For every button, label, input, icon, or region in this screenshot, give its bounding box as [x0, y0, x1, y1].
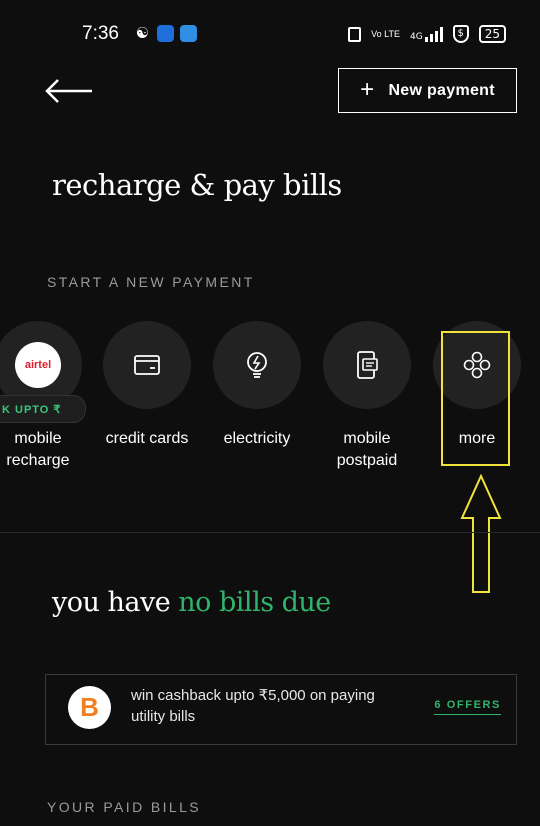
label-line-1: mobile: [14, 430, 62, 447]
section-label-paid-bills: YOUR PAID BILLS: [47, 799, 202, 815]
offers-link[interactable]: 6 OFFERS: [434, 699, 501, 715]
shortcut-circle: [213, 321, 301, 409]
signal-icon: 4G: [410, 26, 443, 42]
airtel-logo-text: airtel: [24, 359, 52, 371]
battery-level: 25: [484, 27, 500, 41]
airtel-logo: airtel: [15, 342, 61, 388]
offer-logo-letter: B: [80, 692, 99, 722]
divider: [0, 532, 540, 533]
label-line-1: mobile: [343, 430, 391, 447]
bills-heading-prefix: you have: [52, 587, 179, 618]
bills-heading-highlight: no bills due: [178, 587, 331, 618]
vibrate-icon: [348, 26, 362, 42]
new-payment-label: New payment: [388, 81, 495, 99]
cashback-pill[interactable]: K UPTO ₹: [0, 395, 86, 423]
vpn-shield-icon: $: [452, 25, 469, 43]
label-line-2: postpaid: [336, 452, 398, 469]
shortcut-electricity[interactable]: electricity: [202, 321, 312, 450]
page-title: recharge & pay bills: [52, 168, 342, 202]
back-button[interactable]: [44, 77, 94, 105]
status-time: 7:36: [82, 23, 119, 44]
notification-icons: ☯: [134, 25, 197, 42]
credit-card-icon: [134, 355, 160, 375]
shortcut-circle: [323, 321, 411, 409]
section-label-start-payment: START A NEW PAYMENT: [47, 274, 255, 290]
volte-icon: Vo LTE: [371, 28, 401, 39]
highlight-box: [441, 331, 510, 466]
network-type: 4G: [410, 32, 423, 42]
system-icons: Vo LTE 4G $ 25: [348, 25, 506, 43]
offer-card[interactable]: B win cashback upto ₹5,000 on paying uti…: [45, 674, 517, 745]
app-icon-blue: [157, 25, 174, 42]
new-payment-button[interactable]: + New payment: [338, 68, 517, 113]
cashback-pill-text: K UPTO ₹: [2, 403, 62, 416]
shortcut-label: mobile postpaid: [312, 428, 422, 472]
shortcut-mobile-postpaid[interactable]: mobile postpaid: [312, 321, 422, 472]
arrow-left-icon: [45, 79, 92, 103]
shortcut-label: mobile recharge: [0, 428, 93, 472]
app-icon-files: [180, 25, 197, 42]
bills-heading: you have no bills due: [52, 587, 331, 618]
battery-icon: 25: [478, 25, 506, 43]
label-line-2: recharge: [6, 452, 70, 469]
shortcut-label: credit cards: [105, 430, 189, 447]
annotation-arrow-icon: [460, 474, 502, 593]
shortcut-circle: [103, 321, 191, 409]
shortcut-label: electricity: [223, 430, 291, 447]
bulb-icon: [247, 352, 267, 378]
offer-logo: B: [68, 686, 111, 729]
offer-text: win cashback upto ₹5,000 on paying utili…: [131, 687, 375, 725]
shortcut-credit-cards[interactable]: credit cards: [92, 321, 202, 450]
postpaid-icon: [357, 351, 378, 379]
snapchat-icon: ☯: [135, 24, 150, 42]
plus-icon: +: [360, 75, 375, 103]
status-bar: 7:36 ☯ Vo LTE 4G $ 25: [0, 0, 540, 68]
